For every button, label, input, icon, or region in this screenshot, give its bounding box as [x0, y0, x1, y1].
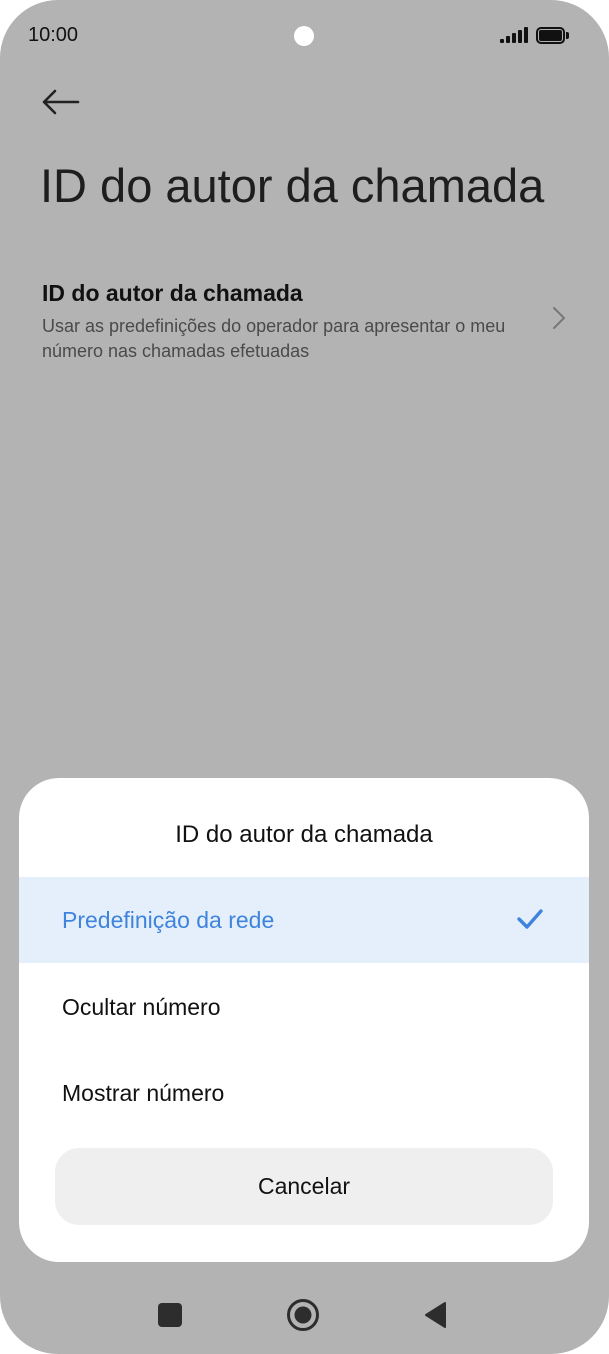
front-camera: [294, 26, 314, 46]
home-icon[interactable]: [286, 1298, 320, 1332]
cancel-button[interactable]: Cancelar: [55, 1148, 553, 1225]
back-triangle-icon[interactable]: [423, 1301, 447, 1329]
option-label: Predefinição da rede: [62, 907, 275, 933]
battery-icon: [536, 27, 569, 44]
page-title: ID do autor da chamada: [40, 159, 545, 212]
back-button[interactable]: [34, 80, 86, 124]
status-time: 10:00: [28, 24, 79, 46]
setting-title: ID do autor da chamada: [42, 280, 303, 306]
caller-id-dialog: ID do autor da chamada Predefinição da r…: [19, 778, 589, 1262]
option-label: Mostrar número: [62, 1080, 225, 1106]
status-bar: 10:00: [0, 0, 609, 72]
arrow-left-icon: [42, 89, 80, 115]
option-label: Ocultar número: [62, 994, 221, 1020]
signal-icon: [500, 27, 530, 43]
recent-apps-icon[interactable]: [158, 1303, 182, 1327]
option-hide-number[interactable]: Ocultar número: [19, 964, 589, 1050]
chevron-right-icon: [553, 307, 565, 329]
option-show-number[interactable]: Mostrar número: [19, 1050, 589, 1136]
check-icon: [517, 909, 543, 929]
navigation-bar: [0, 1270, 609, 1354]
option-network-default[interactable]: Predefinição da rede: [19, 877, 589, 963]
dialog-title: ID do autor da chamada: [175, 821, 433, 848]
phone-screen: 10:00 ID do autor da chamada ID do autor…: [0, 0, 609, 1354]
setting-description: Usar as predefinições do operador para a…: [42, 316, 506, 361]
caller-id-setting[interactable]: ID do autor da chamada Usar as predefini…: [0, 262, 609, 382]
